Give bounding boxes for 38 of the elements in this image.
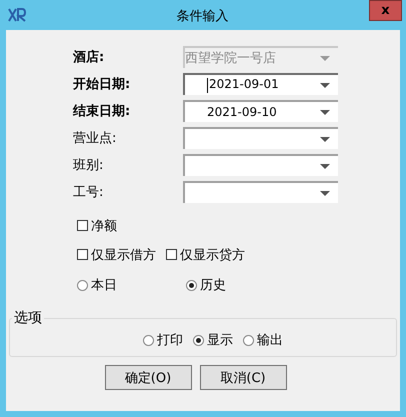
field-label: 班别: [73, 157, 104, 174]
field-label: 酒店: [73, 48, 106, 66]
field-label: 营业点: [73, 130, 118, 147]
checkbox-label[interactable]: 净额 [91, 216, 117, 234]
radio-button[interactable] [193, 334, 204, 346]
checkbox[interactable] [166, 249, 177, 260]
window-title: 条件输入 [176, 8, 230, 25]
field-label: 开始日期: [73, 76, 132, 93]
dropdown-field[interactable] [183, 127, 338, 149]
checkbox[interactable] [77, 220, 88, 231]
radio-button[interactable] [77, 280, 88, 290]
radio-label[interactable]: 显示 [207, 331, 233, 349]
radio-label[interactable]: 本日 [91, 276, 117, 294]
dropdown-field[interactable]: 2021-09-01 [183, 73, 338, 95]
field-label: 工号: [73, 184, 104, 201]
radio-button[interactable] [186, 280, 197, 290]
radio-label[interactable]: 打印 [157, 331, 183, 349]
dialog-button[interactable]: 确定(O) [104, 365, 192, 390]
dropdown-arrow-icon[interactable] [320, 136, 330, 142]
close-button[interactable]: x [369, 0, 402, 21]
dropdown-field[interactable] [183, 181, 338, 203]
checkbox[interactable] [77, 249, 88, 260]
radio-button[interactable] [143, 334, 154, 346]
dropdown-field[interactable] [183, 154, 338, 176]
dropdown-arrow-icon[interactable] [320, 164, 330, 168]
radio-label[interactable]: 输出 [257, 331, 283, 349]
dropdown-arrow-icon[interactable] [320, 190, 330, 196]
dropdown-arrow-icon[interactable] [320, 110, 330, 114]
dropdown-arrow-icon[interactable] [320, 82, 330, 88]
radio-button[interactable] [243, 334, 254, 346]
radio-label[interactable]: 历史 [200, 276, 226, 294]
dialog-button[interactable]: 取消(C) [200, 365, 286, 390]
field-label: 结束日期: [73, 103, 132, 120]
logo-icon [8, 8, 26, 22]
checkbox-label[interactable]: 仅显示贷方 [180, 246, 245, 264]
group-title: 选项 [13, 309, 43, 327]
checkbox-label[interactable]: 仅显示借方 [91, 246, 156, 264]
dropdown-field[interactable]: 2021-09-10 [183, 100, 338, 122]
